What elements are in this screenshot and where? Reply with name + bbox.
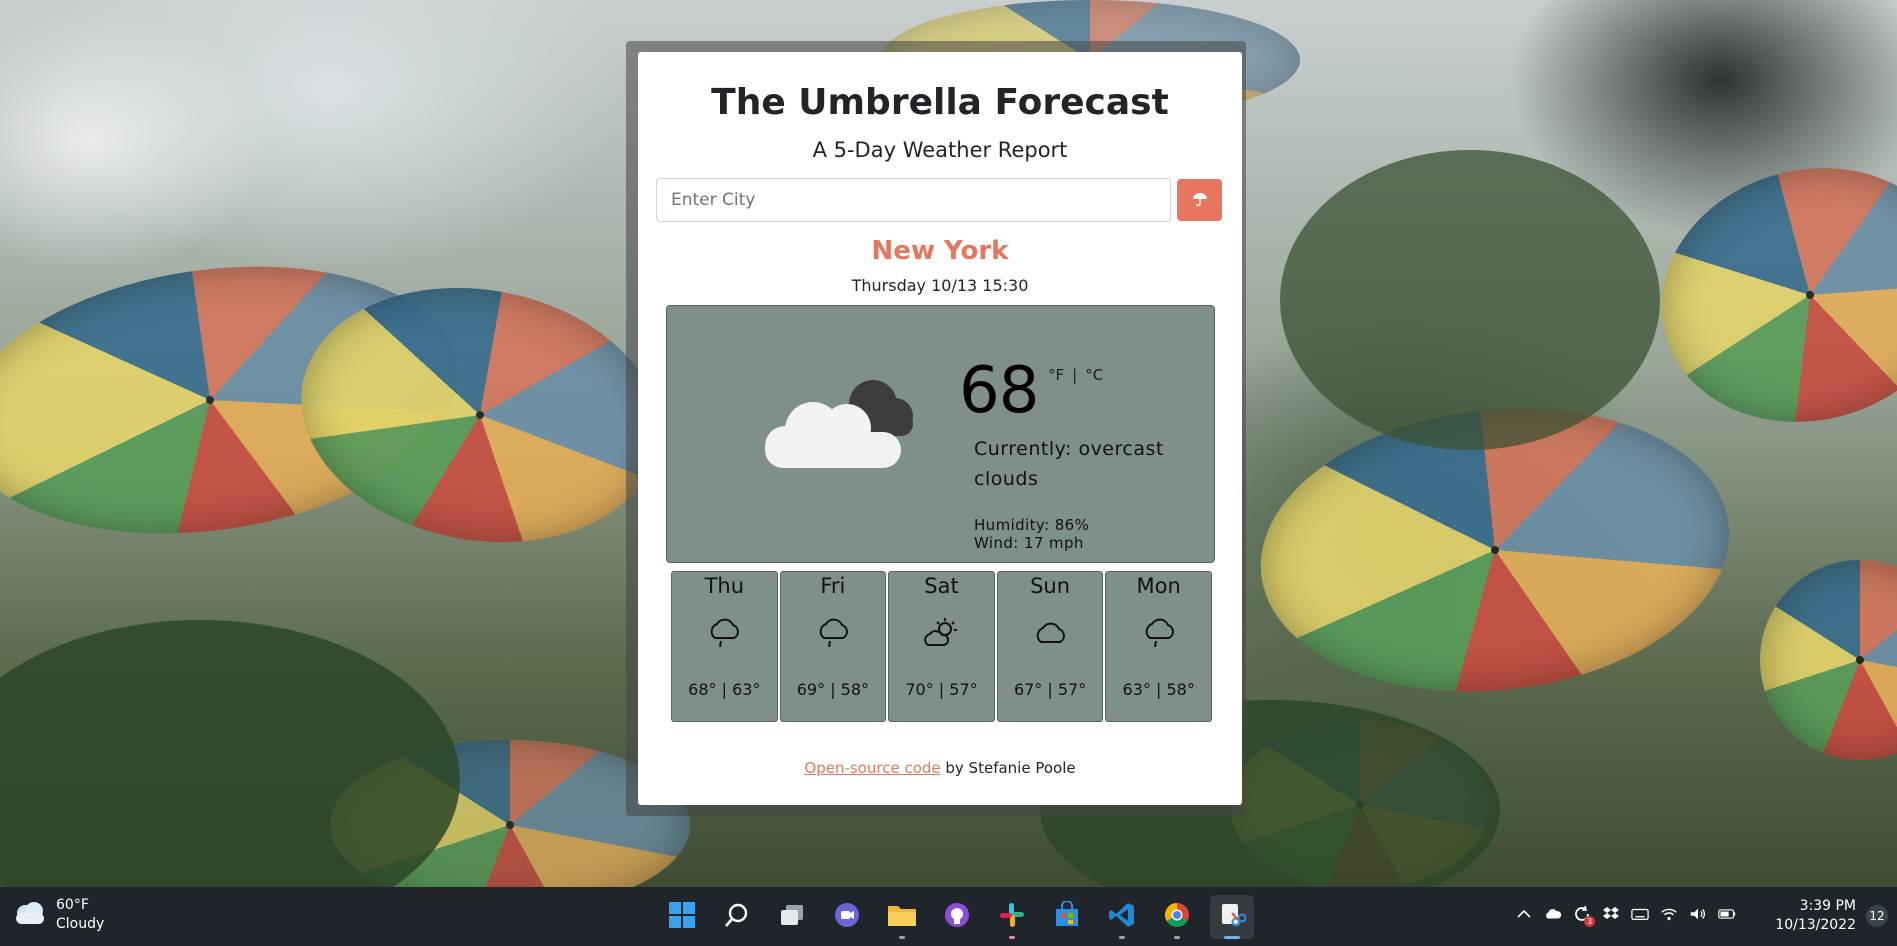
taskbar: 60°F Cloudy 3 3:39 PM 10/13/2022 12 xyxy=(0,887,1897,946)
start-button[interactable] xyxy=(660,895,704,939)
system-tray: 3 xyxy=(1515,905,1736,927)
chrome-button[interactable] xyxy=(1155,895,1199,939)
unit-toggle: °F | °C xyxy=(1048,366,1103,384)
forecast-day-card: Thu 68° | 63° xyxy=(671,571,778,722)
foliage xyxy=(1280,150,1660,450)
current-weather-panel: 68 °F | °C Currently: overcast clouds Hu… xyxy=(666,305,1215,563)
rain-cloud-icon xyxy=(707,616,741,654)
slack-icon xyxy=(998,901,1026,933)
background-umbrella xyxy=(1632,135,1897,455)
forecast-temps: 63° | 58° xyxy=(1122,680,1195,699)
battery-icon[interactable] xyxy=(1718,905,1736,923)
forecast-day-name: Sat xyxy=(924,574,959,598)
file-explorer-icon xyxy=(887,902,917,932)
foliage xyxy=(0,620,460,887)
forecast-temps: 70° | 57° xyxy=(905,680,978,699)
snipping-tool-button[interactable] xyxy=(1210,895,1254,939)
rain-cloud-icon xyxy=(1142,616,1176,654)
taskbar-search-button[interactable] xyxy=(715,895,759,939)
footer-author: by Stefanie Poole xyxy=(940,759,1076,777)
running-indicator xyxy=(1009,936,1015,939)
forecast-day-card: Sun 67° | 57° xyxy=(996,571,1104,722)
open-source-link[interactable]: Open-source code xyxy=(804,759,940,777)
notification-count[interactable]: 12 xyxy=(1866,905,1888,927)
clock-time: 3:39 PM xyxy=(1799,898,1856,914)
search-button[interactable] xyxy=(1177,179,1222,221)
app-title: The Umbrella Forecast xyxy=(711,82,1169,123)
wind-text: Wind: 17 mph xyxy=(974,534,1084,552)
running-indicator xyxy=(1174,936,1180,939)
cloudy-weather-icon xyxy=(12,900,46,930)
taskbar-clock[interactable]: 3:39 PM 10/13/2022 xyxy=(1772,897,1856,935)
keyboard-icon[interactable] xyxy=(1631,905,1649,923)
taskbar-weather-widget[interactable]: 60°F Cloudy xyxy=(12,896,104,934)
forecast-day-card: Sat 70° | 57° xyxy=(888,571,995,722)
overcast-clouds-icon xyxy=(763,366,923,480)
sync-update-icon[interactable]: 3 xyxy=(1573,905,1595,927)
running-indicator xyxy=(1119,936,1125,939)
file-explorer-button[interactable] xyxy=(880,895,924,939)
update-badge: 3 xyxy=(1584,916,1595,927)
chat-icon xyxy=(833,901,861,933)
forecast-day-name: Sun xyxy=(1030,574,1071,598)
current-datetime: Thursday 10/13 15:30 xyxy=(851,276,1029,295)
unit-separator: | xyxy=(1072,366,1078,384)
store-icon xyxy=(1053,900,1081,933)
task-view-icon xyxy=(779,902,805,932)
partly-sunny-icon xyxy=(923,616,959,654)
clock-date: 10/13/2022 xyxy=(1775,917,1856,933)
forecast-day-name: Fri xyxy=(820,574,846,598)
forecast-day-card: Mon 63° | 58° xyxy=(1105,571,1212,722)
running-indicator xyxy=(899,936,905,939)
city-search-input[interactable] xyxy=(656,178,1171,222)
current-conditions: Currently: overcast clouds xyxy=(974,438,1164,490)
taskbar-weather-temp: 60°F xyxy=(56,897,89,913)
forecast-temps: 67° | 57° xyxy=(1013,680,1087,699)
celsius-toggle[interactable]: °C xyxy=(1085,366,1103,384)
search-icon xyxy=(724,902,750,932)
slack-button[interactable] xyxy=(990,895,1034,939)
wifi-icon[interactable] xyxy=(1660,905,1678,923)
forecast-day-name: Mon xyxy=(1136,574,1181,598)
snipping-tool-icon xyxy=(1218,901,1247,933)
vscode-button[interactable] xyxy=(1100,895,1144,939)
chevron-up-icon[interactable] xyxy=(1515,905,1533,923)
taskbar-apps xyxy=(660,895,1254,939)
microsoft-store-button[interactable] xyxy=(1045,895,1089,939)
volume-icon[interactable] xyxy=(1689,905,1707,923)
city-name: New York xyxy=(871,236,1009,266)
background-umbrella xyxy=(1760,560,1897,760)
forecast-temps: 68° | 63° xyxy=(688,680,761,699)
forecast-temps: 69° | 58° xyxy=(796,680,870,699)
weather-app-card: The Umbrella Forecast A 5-Day Weather Re… xyxy=(638,52,1242,805)
cloud-icon xyxy=(1033,616,1067,654)
active-indicator xyxy=(1224,936,1240,939)
taskbar-weather-desc: Cloudy xyxy=(56,916,105,932)
chrome-icon xyxy=(1163,901,1191,933)
onedrive-icon[interactable] xyxy=(1544,905,1562,923)
five-day-forecast: Thu 68° | 63° Fri 69° | 58° Sat 70° | 57… xyxy=(671,571,1212,722)
umbrella-icon xyxy=(1192,191,1208,210)
vscode-icon xyxy=(1108,901,1136,933)
teams-chat-button[interactable] xyxy=(825,895,869,939)
app-subtitle: A 5-Day Weather Report xyxy=(812,138,1068,162)
github-desktop-button[interactable] xyxy=(935,895,979,939)
task-view-button[interactable] xyxy=(770,895,814,939)
humidity-text: Humidity: 86% xyxy=(974,516,1090,534)
fahrenheit-toggle[interactable]: °F xyxy=(1048,366,1064,384)
forecast-day-name: Thu xyxy=(704,574,745,598)
rain-cloud-icon xyxy=(816,616,850,654)
current-temperature: 68 xyxy=(959,354,1039,428)
dropbox-icon[interactable] xyxy=(1602,905,1620,923)
github-desktop-icon xyxy=(943,901,971,933)
footer: Open-source code by Stefanie Poole xyxy=(638,759,1242,777)
start-icon xyxy=(668,901,696,933)
forecast-day-card: Fri 69° | 58° xyxy=(779,571,887,722)
